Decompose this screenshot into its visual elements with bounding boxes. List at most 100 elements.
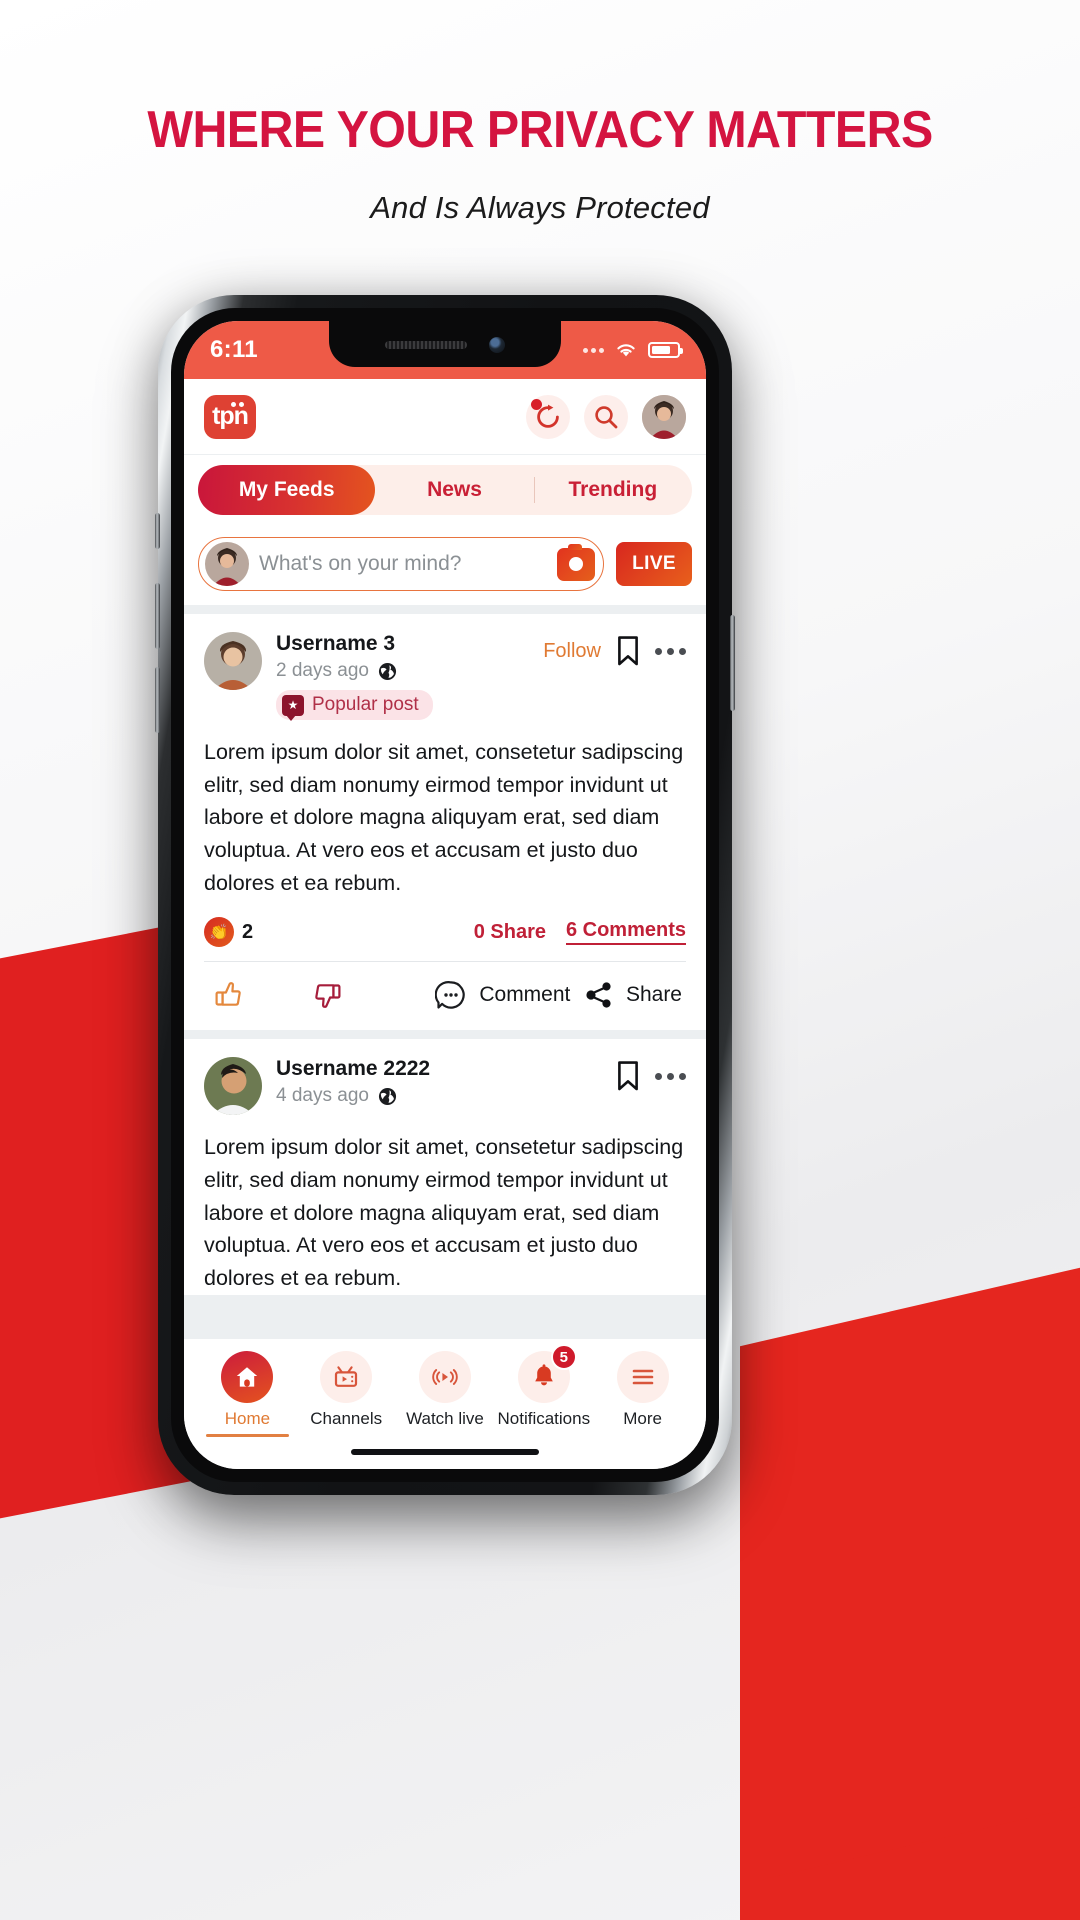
comment-label: Comment (479, 983, 571, 1007)
camera-button[interactable] (557, 543, 596, 581)
tab-my-feeds[interactable]: My Feeds (198, 465, 376, 515)
phone-notch (329, 321, 561, 367)
feed-list[interactable]: Username 3 2 days ago ★ Popular post Fol… (184, 614, 706, 1338)
post-timestamp: 4 days ago (276, 1085, 369, 1107)
post-submeta: 4 days ago (276, 1085, 603, 1107)
share-button[interactable]: Share (584, 980, 686, 1010)
front-camera (489, 337, 505, 353)
nav-item-more[interactable]: More (593, 1351, 692, 1429)
reaction-summary[interactable]: 👏 2 (204, 917, 253, 948)
nav-item-home[interactable]: Home (198, 1351, 297, 1437)
phone-screen: 6:11 tpn My Feeds News Trending What's o… (184, 321, 706, 1469)
tab-trending[interactable]: Trending (533, 465, 692, 515)
post-composer: LIVE (184, 527, 706, 614)
post-author-avatar[interactable] (204, 632, 262, 690)
composer-input[interactable] (259, 552, 548, 576)
comment-count[interactable]: 6 Comments (565, 919, 686, 946)
dislike-button[interactable] (310, 978, 435, 1012)
thumbs-down-icon (315, 984, 341, 1009)
bookmark-icon[interactable] (617, 636, 639, 666)
broadcast-icon-container (418, 1351, 471, 1403)
mute-switch[interactable] (155, 513, 160, 549)
like-button[interactable] (204, 978, 310, 1012)
app-header: tpn (184, 379, 706, 455)
bookmark-icon[interactable] (617, 1061, 639, 1091)
app-logo[interactable]: tpn (204, 394, 256, 439)
volume-up-button[interactable] (155, 583, 160, 649)
post-author-name: Username 3 (276, 632, 396, 655)
earpiece-speaker (385, 341, 467, 349)
volume-down-button[interactable] (155, 667, 160, 733)
signal-dots-icon (583, 347, 604, 353)
battery-icon (648, 342, 683, 358)
broadcast-icon (432, 1369, 458, 1385)
clap-icon: 👏 (204, 917, 234, 948)
post-meta: Username 2222 4 days ago (276, 1057, 603, 1107)
status-bar: 6:11 (184, 321, 706, 379)
share-nodes-icon (586, 982, 611, 1008)
nav-item-watch-live[interactable]: Watch live (396, 1351, 495, 1429)
tab-trending-label: Trending (568, 478, 658, 501)
search-icon (595, 405, 618, 428)
nav-label-watch-live: Watch live (406, 1409, 484, 1428)
more-dots-icon[interactable] (655, 1072, 686, 1080)
composer-avatar (205, 542, 249, 586)
post-body-text: Lorem ipsum dolor sit amet, consetetur s… (204, 1135, 684, 1291)
tab-my-feeds-label: My Feeds (238, 478, 335, 501)
bell-icon (534, 1364, 553, 1386)
bell-icon-container: 5 (517, 1344, 577, 1403)
post-author-avatar[interactable] (204, 1057, 262, 1116)
hamburger-icon-container (616, 1351, 669, 1403)
tab-news[interactable]: News (375, 465, 533, 515)
globe-icon (378, 1087, 397, 1105)
post-stats-row: 👏 2 0 Share 6 Comments (204, 899, 686, 961)
status-indicators (583, 341, 683, 359)
nav-label-notifications: Notifications (497, 1409, 591, 1428)
header-actions (526, 394, 686, 439)
feed-post: Username 2222 4 days ago Lorem ipsum dol… (184, 1039, 706, 1295)
wifi-icon (617, 344, 635, 357)
home-indicator-bar[interactable] (184, 1435, 706, 1469)
feed-tabs: My Feeds News Trending (198, 465, 692, 515)
share-label: Share (625, 983, 682, 1007)
thumbs-up-icon (215, 982, 241, 1007)
post-submeta: 2 days ago (276, 660, 529, 682)
camera-icon (569, 557, 584, 571)
logo-dot-left (231, 401, 236, 407)
nav-item-notifications[interactable]: 5 Notifications (494, 1344, 593, 1429)
post-actions-row: Comment Share (204, 961, 686, 1030)
phone-mockup: 6:11 tpn My Feeds News Trending What's o… (155, 295, 735, 1509)
search-button[interactable] (584, 394, 628, 439)
composer-input-box[interactable] (198, 537, 605, 591)
tv-icon (335, 1366, 358, 1387)
post-header: Username 2222 4 days ago (204, 1057, 686, 1116)
user-avatar (642, 394, 686, 439)
home-icon (237, 1367, 258, 1387)
nav-label-home: Home (224, 1409, 271, 1428)
refresh-button[interactable] (526, 394, 570, 439)
popular-post-badge: ★ Popular post (276, 690, 433, 721)
post-timestamp: 2 days ago (276, 660, 369, 681)
bottom-navigation: Home Channels Watch live 5 Notifications… (184, 1338, 706, 1437)
follow-button[interactable]: Follow (543, 640, 601, 663)
share-count[interactable]: 0 Share (474, 921, 546, 944)
user-avatar (204, 1057, 262, 1116)
logo-dot-right (239, 401, 244, 407)
tab-news-label: News (427, 478, 482, 501)
nav-item-channels[interactable]: Channels (297, 1351, 396, 1429)
post-header: Username 3 2 days ago ★ Popular post Fol… (204, 632, 686, 721)
more-dots-icon[interactable] (655, 647, 686, 655)
tv-icon-container (320, 1351, 373, 1403)
live-button[interactable]: LIVE (616, 542, 692, 586)
status-time: 6:11 (210, 336, 258, 363)
power-button[interactable] (730, 615, 735, 711)
home-indicator (351, 1449, 539, 1455)
nav-label-more: More (623, 1409, 662, 1428)
comment-button[interactable]: Comment (435, 979, 584, 1011)
nav-label-channels: Channels (310, 1409, 383, 1428)
notification-badge: 5 (550, 1344, 577, 1370)
post-header-actions: Follow (543, 632, 686, 666)
notification-dot-icon (531, 398, 542, 410)
profile-avatar[interactable] (642, 394, 686, 439)
page-subtitle: And Is Always Protected (370, 190, 710, 225)
